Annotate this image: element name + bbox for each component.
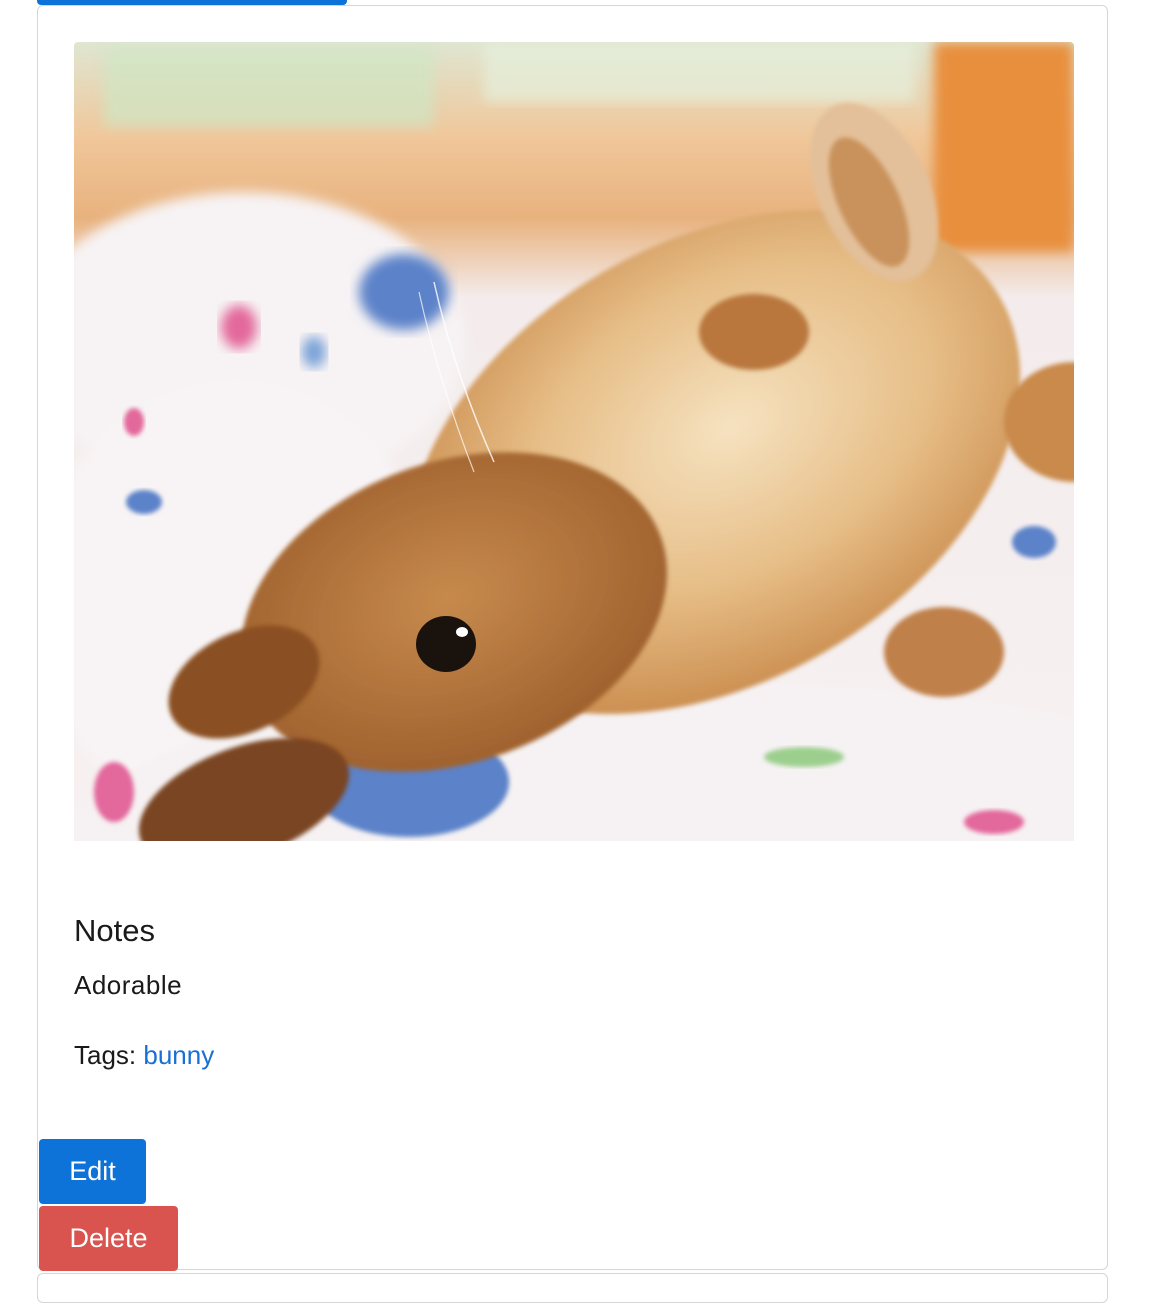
edit-button[interactable]: Edit (39, 1139, 146, 1204)
bunny-photo (74, 42, 1074, 841)
notes-text: Adorable (74, 970, 183, 1000)
tag-link-bunny[interactable]: bunny (143, 1040, 214, 1070)
delete-button[interactable]: Delete (39, 1206, 178, 1271)
tags-line: Tags: bunny (74, 1040, 214, 1071)
tags-label: Tags: (74, 1040, 144, 1070)
next-card-edge (37, 1273, 1108, 1303)
notes-heading: Notes (74, 913, 155, 948)
image-card: Notes Adorable Tags: bunny Edit Delete (37, 5, 1108, 1271)
